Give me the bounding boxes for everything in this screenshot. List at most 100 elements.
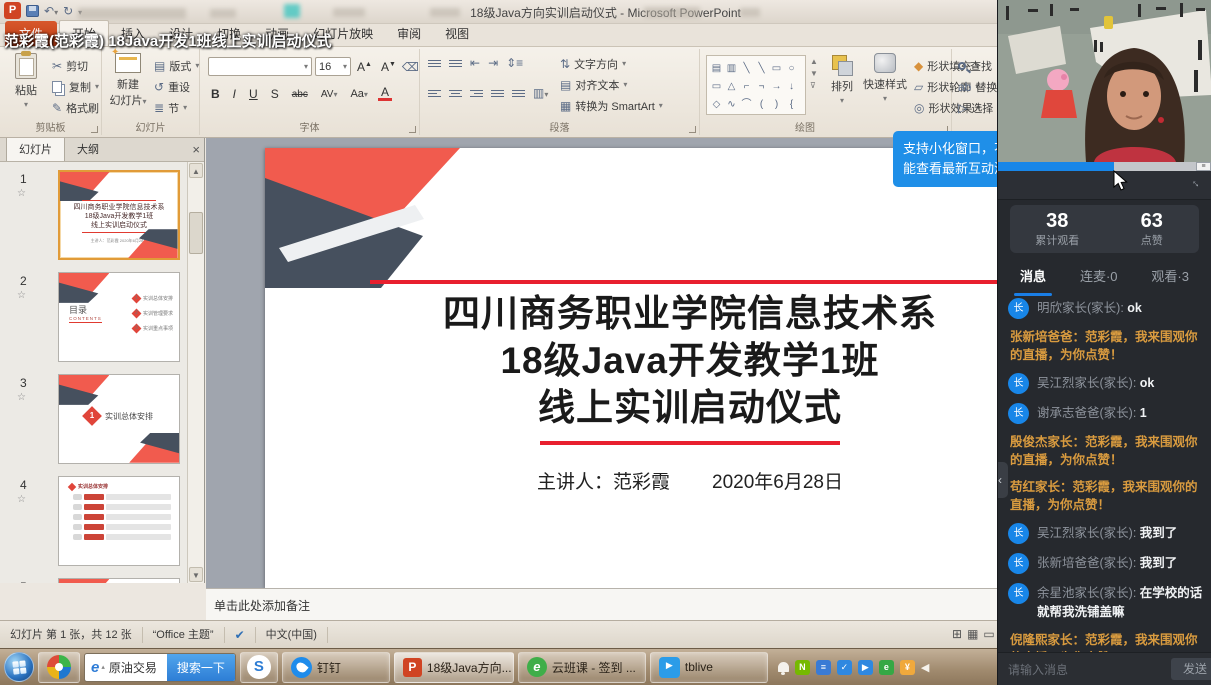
shrink-font-button[interactable]: A▼	[378, 60, 399, 74]
numbering-icon[interactable]	[449, 58, 462, 69]
underline-button[interactable]: U	[246, 87, 261, 101]
columns-icon[interactable]: ▥▾	[533, 87, 548, 99]
bold-button[interactable]: B	[208, 87, 223, 101]
dialog-launcher-icon[interactable]	[91, 126, 98, 133]
align-right-icon[interactable]	[470, 88, 483, 99]
live-tab[interactable]: 观看·3	[1151, 262, 1189, 292]
align-text-button[interactable]: ▤对齐文本▾	[560, 74, 663, 95]
scrollbar-handle[interactable]: ≡	[1196, 162, 1211, 171]
start-button[interactable]	[4, 652, 34, 682]
justify-icon[interactable]	[491, 88, 504, 99]
theme-name[interactable]: “Office 主题”	[143, 627, 225, 643]
live-tab[interactable]: 连麦·0	[1080, 262, 1118, 292]
shape-icon[interactable]: ↓	[784, 80, 799, 93]
shape-icon[interactable]: ▤	[709, 62, 724, 75]
layout-button[interactable]: ▤版式▾	[154, 55, 199, 76]
format-painter-button[interactable]: ✎格式刷	[52, 97, 99, 118]
search-go-button[interactable]: 搜索一下	[167, 653, 235, 682]
pointer-icon[interactable]: ▶	[858, 660, 873, 675]
slide-thumbnail[interactable]: 2实训管理要求	[58, 578, 180, 583]
smartart-button[interactable]: ▦转换为 SmartArt▾	[560, 95, 663, 116]
collapse-panel-handle[interactable]: ‹	[997, 462, 1008, 498]
change-case-button[interactable]: Aa▾	[347, 88, 370, 100]
slide-thumbnail[interactable]: 目录CONTENTS1实训总体安排2实训管理要求3实训重点事项	[58, 272, 180, 362]
increase-indent-icon[interactable]: ⇥	[488, 57, 498, 69]
ribbon-tab[interactable]: 视图	[433, 21, 481, 46]
shape-icon[interactable]: (	[754, 98, 769, 111]
taskbar-tblive-button[interactable]: tblive	[650, 652, 768, 683]
strikethrough-button[interactable]: abc	[289, 89, 311, 100]
taskbar-powerpoint-button[interactable]: P18级Java方向...	[394, 652, 514, 683]
shape-icon[interactable]: ◇	[709, 98, 724, 111]
resize-icon[interactable]: ↔	[1188, 175, 1204, 191]
italic-button[interactable]: I	[230, 87, 239, 101]
close-icon[interactable]: ×	[192, 142, 200, 157]
dialog-launcher-icon[interactable]	[409, 126, 416, 133]
scroll-down-icon[interactable]: ▼	[189, 567, 203, 582]
shape-icon[interactable]: △	[724, 80, 739, 93]
shape-icon[interactable]: ▭	[769, 62, 784, 75]
scrollbar-thumb[interactable]	[189, 212, 203, 254]
slide-title[interactable]: 四川商务职业学院信息技术系 18级Java开发教学1班 线上实训启动仪式 主讲人…	[325, 290, 1055, 494]
taskbar-360-button[interactable]	[38, 652, 80, 683]
slide-thumbnail[interactable]: 四川商务职业学院信息技术系18级Java开发教学1班线上实训启动仪式主讲人：范彩…	[58, 170, 180, 260]
grow-font-button[interactable]: A▲	[354, 60, 375, 74]
dialog-launcher-icon[interactable]	[689, 126, 696, 133]
language-indicator[interactable]: 中文(中国)	[256, 627, 328, 643]
taskbar-search-widget[interactable]: e▴ 原油交易 搜索一下	[84, 653, 236, 682]
slide-byline[interactable]: 主讲人：范彩霞2020年6月28日	[325, 467, 1055, 494]
normal-view-icon[interactable]: ⊞	[952, 627, 962, 641]
slide-thumbnail[interactable]: 1实训总体安排	[58, 374, 180, 464]
slideshow-icon[interactable]: ▭	[983, 627, 994, 641]
shape-icon[interactable]: ⌒	[739, 98, 754, 111]
align-left-icon[interactable]	[428, 88, 441, 99]
shadow-button[interactable]: S	[268, 87, 282, 101]
paste-button[interactable]: 粘贴▾	[2, 53, 50, 110]
reset-button[interactable]: ↺重设	[154, 76, 199, 97]
bullets-icon[interactable]	[428, 58, 441, 69]
cut-button[interactable]: ✂剪切	[52, 55, 99, 76]
shape-icon[interactable]: ○	[784, 62, 799, 75]
tab-outline[interactable]: 大纲	[65, 138, 111, 161]
shape-icon[interactable]: ╲	[754, 62, 769, 75]
char-spacing-button[interactable]: AV▾	[318, 89, 341, 100]
section-button[interactable]: ≣节▾	[154, 97, 199, 118]
shape-icon[interactable]: ⌐	[739, 80, 754, 93]
shape-icon[interactable]: ╲	[739, 62, 754, 75]
copy-button[interactable]: 复制▾	[52, 76, 99, 97]
align-center-icon[interactable]	[449, 88, 462, 99]
clear-format-icon[interactable]: ⌫	[402, 61, 419, 73]
live-tab[interactable]: 消息	[1020, 262, 1046, 292]
taskbar-yunbanke-button[interactable]: e云班课 - 签到 ...	[518, 652, 646, 683]
taskbar-sogou-button[interactable]: S	[240, 652, 278, 683]
shape-gallery[interactable]: ▤▥╲╲▭○▭△⌐¬→↓◇∿⌒(){	[706, 55, 806, 115]
shape-icon[interactable]: ∿	[724, 98, 739, 111]
shape-icon[interactable]: ▭	[709, 80, 724, 93]
shape-icon[interactable]: ¬	[754, 80, 769, 93]
bell-icon[interactable]	[778, 662, 789, 672]
send-button[interactable]: 发送	[1171, 658, 1211, 680]
spellcheck-icon[interactable]: ✔	[225, 627, 256, 643]
taskbar-dingtalk-button[interactable]: 钉钉	[282, 652, 390, 683]
browser-e-icon[interactable]: e	[879, 660, 894, 675]
scroll-up-icon[interactable]: ▲	[189, 163, 203, 178]
shield-icon[interactable]: ✓	[837, 660, 852, 675]
im-icon[interactable]: ≡	[816, 660, 831, 675]
nvidia-icon[interactable]: N	[795, 660, 810, 675]
line-spacing-icon[interactable]: ⇕≡	[506, 57, 523, 69]
message-list[interactable]: 长明欣家长(家长): ok张新培爸爸：范彩霞，我来围观你的直播，为你点赞！长吴江…	[1008, 298, 1205, 652]
font-size-combo[interactable]: 16▾	[315, 57, 351, 76]
slide-sorter-icon[interactable]: ▦	[967, 627, 978, 641]
thumbnails-scrollbar[interactable]: ▲ ▼	[187, 162, 204, 583]
tab-slides[interactable]: 幻灯片	[6, 138, 65, 161]
coin-icon[interactable]: ¥	[900, 660, 915, 675]
font-color-button[interactable]: A	[378, 87, 392, 101]
shape-gallery-scroll[interactable]: ▲▼⊽	[810, 57, 818, 90]
new-slide-button[interactable]: 新建 幻灯片▾	[104, 53, 152, 108]
decrease-indent-icon[interactable]: ⇤	[470, 57, 480, 69]
font-name-combo[interactable]: ▾	[208, 57, 312, 76]
webcam-video[interactable]	[998, 0, 1211, 162]
search-query[interactable]: 原油交易	[109, 659, 157, 676]
shape-icon[interactable]: )	[769, 98, 784, 111]
shape-icon[interactable]: ▥	[724, 62, 739, 75]
